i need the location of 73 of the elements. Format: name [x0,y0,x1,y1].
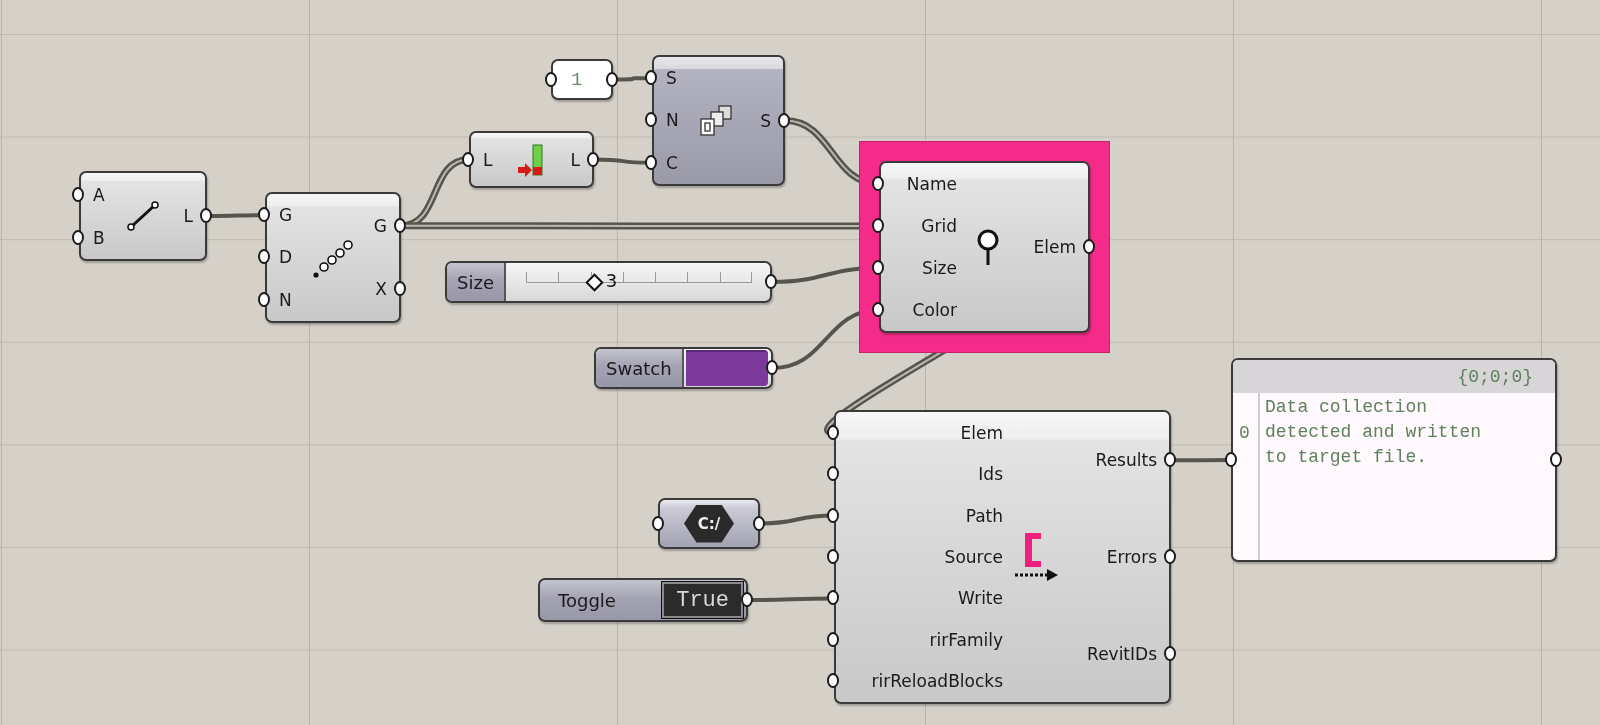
component-node[interactable]: G D N G X [265,192,401,323]
input-port[interactable] [827,548,839,564]
input-label: rirFamily [929,629,1003,650]
output-label: X [375,279,387,300]
input-label: Grid [921,216,957,236]
output-label: G [373,215,387,236]
number-boxes-icon [697,104,734,137]
input-port[interactable] [827,466,839,482]
number-value: 1 [571,68,583,91]
input-label: Ids [978,464,1003,485]
input-label: Write [958,588,1003,609]
divide-points-icon [313,237,353,278]
input-port[interactable] [827,631,839,647]
output-label: Errors [1106,547,1157,567]
input-label: C [666,152,678,173]
input-label: B [93,227,105,248]
input-port[interactable] [72,229,84,245]
pin-icon [975,228,1000,266]
number-panel[interactable]: 1 [551,59,613,100]
input-label: Elem [960,422,1003,443]
input-label: Path [965,505,1003,526]
output-label: RevitIDs [1087,643,1157,664]
toggle[interactable]: Toggle True [538,578,748,622]
color-swatch[interactable]: Swatch [594,347,773,389]
input-label: S [666,68,677,89]
input-label: rirReloadBlocks [871,671,1003,692]
toggle-value[interactable]: True [662,582,743,618]
input-label: Name [906,174,957,194]
input-port[interactable] [258,207,270,223]
slider[interactable]: Size 3 [445,261,772,303]
component-node[interactable]: L L [469,131,594,188]
output-label: Elem [1033,237,1076,257]
input-port[interactable] [462,151,474,167]
input-label: N [279,289,292,310]
input-port[interactable] [827,673,839,689]
slider-label: Size [447,263,506,301]
input-port[interactable] [827,590,839,606]
input-port[interactable] [258,249,270,265]
output-label: L [183,206,193,226]
row-index: 0 [1238,422,1251,443]
panel-text: Data collection detected and written to target file. [1264,396,1483,469]
input-port[interactable] [1225,452,1237,467]
output-label: Results [1095,450,1157,471]
input-label: A [93,184,105,205]
input-label: G [279,205,293,226]
input-port[interactable] [645,154,657,170]
panel-header: {0;0;0} [1457,366,1533,387]
input-label: N [666,110,679,131]
component-node[interactable]: S N C S [652,55,785,186]
file-path-parameter[interactable]: C:/ [658,498,760,549]
export-arrow-icon [1013,531,1059,583]
swatch-label: Swatch [596,349,684,387]
input-label: Source [944,546,1003,567]
component-node[interactable]: Elem Ids Path Source Write rirFamily rirReloadBlocks Results Errors RevitIDs [834,410,1171,704]
input-label: Size [922,258,957,278]
input-port[interactable] [258,291,270,307]
input-port[interactable] [72,186,84,202]
slider-value: 3 [605,271,618,291]
swatch-color[interactable] [685,350,768,386]
component-node[interactable]: Name Grid Size Color Elem [879,161,1090,333]
component-node[interactable]: A B L [79,171,207,261]
input-port[interactable] [645,112,657,128]
input-label: L [483,149,493,170]
toggle-label: Toggle [557,588,617,613]
input-label: D [279,247,293,268]
text-panel[interactable]: {0;0;0} 0 Data collection detected and written to target file. [1231,358,1557,562]
output-label: L [570,149,580,170]
input-label: Color [912,300,957,320]
input-port[interactable] [645,70,657,86]
line-icon [125,198,161,234]
output-label: S [760,110,771,131]
path-badge: C:/ [684,504,734,543]
input-port[interactable] [827,507,839,523]
